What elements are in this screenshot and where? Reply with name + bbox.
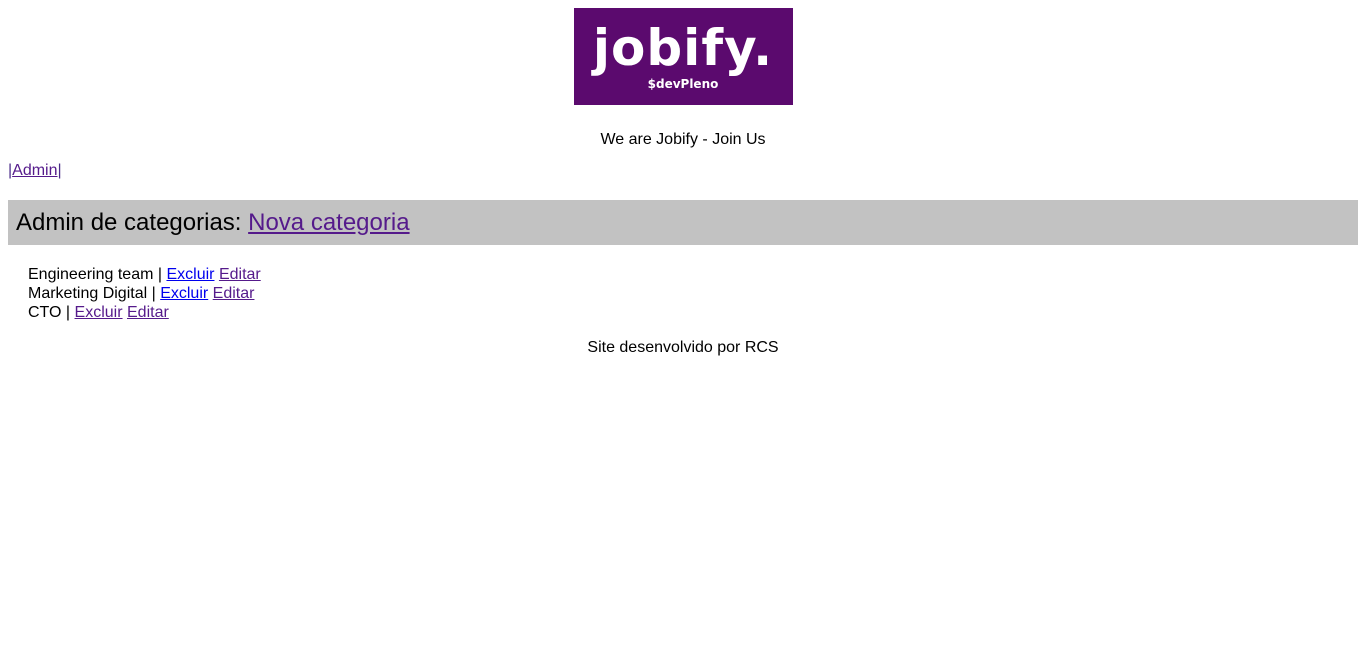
nav-pipe-right: | [57,162,62,179]
top-nav: |Admin| [8,161,62,181]
footer-credit: Site desenvolvido por RCS [587,339,779,356]
jobify-logo: jobify. $devPleno [573,8,793,105]
category-list: Engineering team | Excluir Editar Market… [28,265,261,322]
list-item: CTO | Excluir Editar [28,303,261,322]
admin-title: Admin de categorias: [16,209,249,236]
new-category-link[interactable]: Nova categoria [248,209,409,236]
logo-wordmark: jobify. [592,19,774,77]
edit-link[interactable]: Editar [127,304,169,321]
page-header: jobify. $devPleno We are Jobify - Join U… [0,0,1366,150]
admin-categories-header: Admin de categorias: Nova categoria [8,200,1358,245]
delete-link[interactable]: Excluir [75,304,123,321]
category-separator: | [147,285,161,302]
edit-link[interactable]: Editar [213,285,255,302]
delete-link[interactable]: Excluir [166,266,214,283]
tagline: We are Jobify - Join Us [600,131,766,148]
list-item: Engineering team | Excluir Editar [28,265,261,284]
category-name: Marketing Digital [28,285,148,302]
category-separator: | [61,304,75,321]
admin-link[interactable]: Admin [12,162,57,179]
category-name: CTO [28,304,62,321]
logo-subtitle: $devPleno [647,77,719,91]
category-separator: | [153,266,167,283]
edit-link[interactable]: Editar [219,266,261,283]
list-item: Marketing Digital | Excluir Editar [28,284,261,303]
delete-link[interactable]: Excluir [160,285,208,302]
category-name: Engineering team [28,266,154,283]
